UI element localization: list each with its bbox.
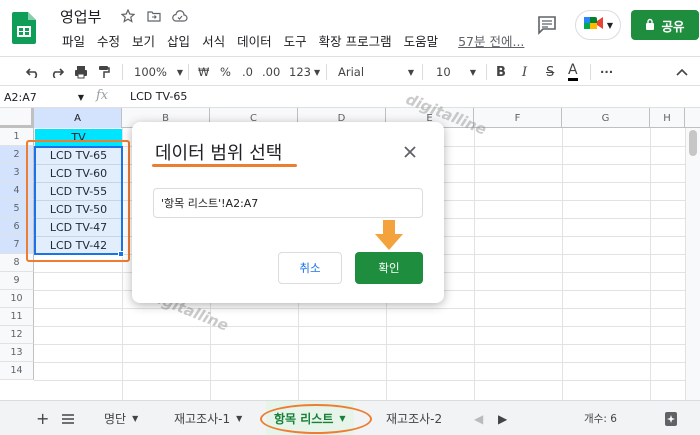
close-icon[interactable] xyxy=(402,144,418,160)
menu-file[interactable]: 파일 xyxy=(56,33,91,51)
star-icon[interactable] xyxy=(120,8,136,24)
column-header-a[interactable]: A xyxy=(34,108,122,128)
text-color-button[interactable]: A xyxy=(568,61,578,81)
last-edit-link[interactable]: 57분 전에... xyxy=(452,33,530,51)
paint-format-icon[interactable] xyxy=(98,63,110,81)
row-header[interactable]: 13 xyxy=(0,344,34,362)
font-size-select[interactable]: 10 ▼ xyxy=(436,63,476,81)
menu-edit[interactable]: 수정 xyxy=(91,33,126,51)
dialog-title: 데이터 범위 선택 xyxy=(155,143,283,164)
comment-history-icon[interactable] xyxy=(536,14,558,36)
menu-data[interactable]: 데이터 xyxy=(231,33,278,51)
menu-help[interactable]: 도움말 xyxy=(398,33,445,51)
font-size-value: 10 xyxy=(436,65,451,79)
bold-button[interactable]: B xyxy=(496,63,506,81)
chevron-down-icon: ▼ xyxy=(606,20,614,30)
column-header-h[interactable]: H xyxy=(650,108,685,128)
formula-input[interactable]: LCD TV-65 xyxy=(130,90,187,103)
meet-button[interactable]: ▼ xyxy=(575,10,621,40)
menu-tools[interactable]: 도구 xyxy=(278,33,313,51)
annotation-ellipse xyxy=(260,404,372,434)
cloud-status-icon[interactable] xyxy=(172,8,188,24)
title-bar: 영업부 파일 수정 보기 삽입 서식 데이터 도구 확장 프로그램 도움말 57… xyxy=(0,0,700,56)
more-options-button[interactable]: ··· xyxy=(600,63,613,81)
number-format-select[interactable]: 123 ▼ xyxy=(289,63,320,81)
select-all-corner[interactable] xyxy=(0,108,34,128)
font-select[interactable]: Arial ▼ xyxy=(338,63,414,81)
range-input[interactable]: '항목 리스트'!A2:A7 xyxy=(153,188,423,218)
increase-decimal-button[interactable]: .00 xyxy=(262,63,280,81)
menu-view[interactable]: 보기 xyxy=(126,33,161,51)
sheets-logo-icon[interactable] xyxy=(12,12,36,44)
sheet-tab[interactable]: 재고조사-2 xyxy=(386,401,442,435)
chevron-down-icon: ▼ xyxy=(176,67,184,77)
zoom-select[interactable]: 100% ▼ xyxy=(134,63,183,81)
sheet-tab-label: 명단 xyxy=(104,412,127,426)
menu-extensions[interactable]: 확장 프로그램 xyxy=(313,33,398,51)
share-label: 공유 xyxy=(661,18,685,34)
column-header-g[interactable]: G xyxy=(562,108,650,128)
undo-icon[interactable] xyxy=(26,63,40,81)
toolbar: 100% ▼ ₩ % .0 .00 123 ▼ Arial ▼ 10 ▼ B I… xyxy=(0,56,700,86)
row-header[interactable]: 10 xyxy=(0,290,34,308)
move-folder-icon[interactable] xyxy=(146,8,162,24)
selection-count: 개수: 6 xyxy=(584,413,617,425)
annotation-underline xyxy=(152,164,297,167)
name-box[interactable]: A2:A7 ▼ xyxy=(4,90,84,104)
menu-insert[interactable]: 삽입 xyxy=(161,33,196,51)
vertical-scrollbar[interactable] xyxy=(685,128,700,400)
sheet-tab-label: 재고조사-1 xyxy=(174,412,231,426)
zoom-value: 100% xyxy=(134,65,167,79)
select-data-range-dialog: 데이터 범위 선택 '항목 리스트'!A2:A7 취소 확인 xyxy=(132,122,444,303)
ok-button[interactable]: 확인 xyxy=(355,252,423,284)
add-sheet-icon[interactable]: + xyxy=(36,401,49,435)
currency-format-button[interactable]: ₩ xyxy=(198,63,209,81)
menu-format[interactable]: 서식 xyxy=(196,33,231,51)
name-box-value: A2:A7 xyxy=(4,90,37,104)
document-title[interactable]: 영업부 xyxy=(60,6,101,27)
chevron-down-icon: ▼ xyxy=(132,414,139,423)
italic-button[interactable]: I xyxy=(522,63,527,81)
chevron-down-icon: ▼ xyxy=(236,414,243,423)
share-button[interactable]: 공유 xyxy=(631,10,699,40)
explore-icon[interactable] xyxy=(664,401,678,435)
chevron-down-icon: ▼ xyxy=(407,67,414,77)
font-value: Arial xyxy=(338,65,365,79)
cancel-button[interactable]: 취소 xyxy=(278,252,342,284)
sheet-tab-label: 재고조사-2 xyxy=(386,412,443,426)
scroll-tabs-left-icon[interactable]: ◀ xyxy=(474,401,483,435)
scroll-tabs-right-icon[interactable]: ▶ xyxy=(498,401,507,435)
row-header[interactable]: 14 xyxy=(0,362,34,380)
chevron-down-icon: ▼ xyxy=(469,67,476,77)
percent-format-button[interactable]: % xyxy=(220,63,231,81)
row-header[interactable]: 12 xyxy=(0,326,34,344)
lock-icon xyxy=(645,18,655,33)
scrollbar-thumb[interactable] xyxy=(689,130,697,156)
meet-icon xyxy=(583,15,605,35)
all-sheets-icon[interactable] xyxy=(62,401,74,435)
row-header[interactable]: 9 xyxy=(0,272,34,290)
print-icon[interactable] xyxy=(74,63,88,81)
sheet-tab[interactable]: 명단 ▼ xyxy=(104,401,138,435)
formula-bar: A2:A7 ▼ fx LCD TV-65 xyxy=(0,86,700,108)
strikethrough-button[interactable]: S xyxy=(546,63,554,81)
sheet-tab[interactable]: 재고조사-1 ▼ xyxy=(174,401,242,435)
annotation-highlight-box xyxy=(26,140,130,262)
number-format-value: 123 xyxy=(289,65,311,79)
chevron-down-icon: ▼ xyxy=(77,92,84,102)
collapse-menu-icon[interactable] xyxy=(676,63,688,81)
decrease-decimal-button[interactable]: .0 xyxy=(242,63,253,81)
row-header[interactable]: 11 xyxy=(0,308,34,326)
menu-bar: 파일 수정 보기 삽입 서식 데이터 도구 확장 프로그램 도움말 57분 전에… xyxy=(56,33,530,51)
fx-icon: fx xyxy=(96,88,109,103)
arrow-down-icon xyxy=(375,220,403,250)
chevron-down-icon: ▼ xyxy=(313,67,321,77)
redo-icon[interactable] xyxy=(50,63,64,81)
